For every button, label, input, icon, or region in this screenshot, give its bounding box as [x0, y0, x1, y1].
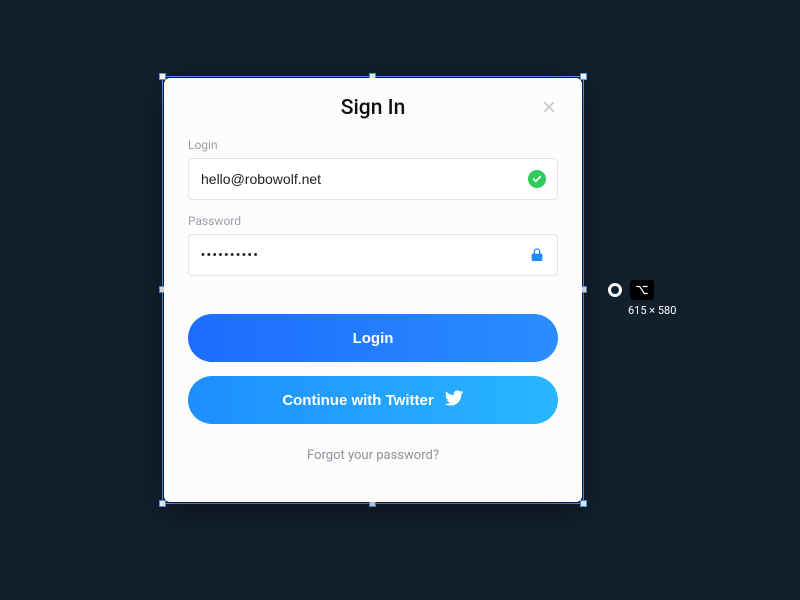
page-title: Sign In	[188, 96, 558, 120]
close-icon[interactable]	[540, 98, 558, 116]
card-header: Sign In	[188, 96, 558, 120]
login-button[interactable]: Login	[188, 314, 558, 362]
login-field-wrap	[188, 158, 558, 200]
actions: Login Continue with Twitter	[188, 314, 558, 424]
resize-handle-bottom-left[interactable]	[159, 500, 166, 507]
selection-properties-badge: 615 × 580	[608, 280, 676, 317]
twitter-button-label: Continue with Twitter	[282, 392, 433, 409]
selection-dimensions: 615 × 580	[628, 304, 676, 317]
twitter-icon	[444, 388, 464, 412]
lock-icon	[528, 246, 546, 264]
props-icons-row	[608, 280, 654, 300]
login-label: Login	[188, 138, 558, 152]
option-key-icon[interactable]	[630, 280, 654, 300]
login-input[interactable]	[188, 158, 558, 200]
forgot-row: Forgot your password?	[188, 444, 558, 463]
circle-icon[interactable]	[608, 283, 622, 297]
forgot-password-link[interactable]: Forgot your password?	[307, 448, 439, 463]
continue-twitter-button[interactable]: Continue with Twitter	[188, 376, 558, 424]
resize-handle-bottom-right[interactable]	[580, 500, 587, 507]
login-button-label: Login	[353, 330, 394, 347]
signin-card: Sign In Login Password Log	[164, 78, 582, 502]
password-label: Password	[188, 214, 558, 228]
password-input[interactable]	[188, 234, 558, 276]
valid-check-icon	[528, 170, 546, 188]
resize-handle-top-right[interactable]	[580, 73, 587, 80]
password-field-wrap	[188, 234, 558, 276]
